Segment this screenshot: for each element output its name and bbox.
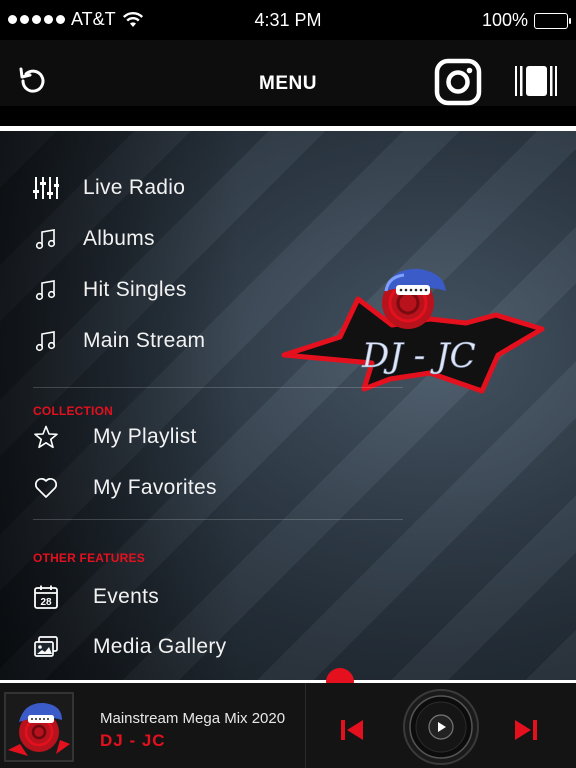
menu-item-my-favorites[interactable]: My Favorites (33, 468, 217, 508)
track-title: Mainstream Mega Mix 2020 (100, 710, 286, 727)
track-artist: DJ - JC (100, 731, 166, 750)
music-note-icon (33, 226, 59, 252)
menu-item-label: Events (93, 585, 159, 608)
music-note-icon (33, 277, 59, 303)
page-title: MENU (259, 73, 317, 94)
menu-divider (33, 519, 403, 520)
menu-item-events[interactable]: 28 Events (33, 577, 159, 617)
star-icon (33, 424, 59, 450)
section-heading-collection: COLLECTION (33, 404, 113, 418)
menu-item-label: Main Stream (83, 329, 206, 352)
logo-text: DJ - JC (361, 336, 476, 376)
menu-item-main-stream[interactable]: Main Stream (33, 321, 205, 361)
header-strip (0, 106, 576, 126)
menu-divider (33, 387, 403, 388)
menu-item-my-playlist[interactable]: My Playlist (33, 417, 197, 457)
menu-item-label: Live Radio (83, 176, 186, 199)
menu-item-label: My Playlist (93, 425, 197, 448)
menu-item-label: Media Gallery (93, 635, 227, 658)
gallery-icon (33, 634, 59, 660)
mini-player: Mainstream Mega Mix 2020 DJ - JC (0, 683, 576, 768)
battery-percent: 100% (481, 10, 528, 30)
menu-item-albums[interactable]: Albums (33, 219, 155, 259)
battery-icon (534, 12, 571, 29)
next-button[interactable] (514, 719, 538, 741)
heart-icon (33, 475, 59, 501)
status-bar: AT&T 4:31 PM 100% (0, 0, 576, 40)
status-right: 100% (481, 10, 571, 31)
player-separator (305, 683, 306, 768)
menu-item-hit-singles[interactable]: Hit Singles (33, 270, 187, 310)
equalizer-icon (33, 175, 59, 201)
calendar-day: 28 (40, 597, 52, 608)
app-header: MENU (0, 40, 576, 126)
instagram-icon[interactable] (434, 58, 482, 106)
menu-item-label: Hit Singles (83, 278, 187, 301)
section-heading-other-features: OTHER FEATURES (33, 551, 145, 565)
music-note-icon (33, 328, 59, 354)
play-button[interactable] (402, 688, 480, 766)
stop-icon[interactable] (513, 63, 559, 99)
calendar-icon: 28 (33, 584, 59, 610)
dj-jc-logo: DJ - JC (281, 268, 545, 394)
menu-item-live-radio[interactable]: Live Radio (33, 168, 185, 208)
menu-item-media-gallery[interactable]: Media Gallery (33, 627, 226, 667)
menu-item-label: Albums (83, 227, 155, 250)
previous-button[interactable] (340, 719, 364, 741)
menu-item-label: My Favorites (93, 476, 217, 499)
side-menu: Live Radio Albums Hit Singles Main Strea… (0, 131, 576, 681)
album-art[interactable] (4, 692, 74, 762)
